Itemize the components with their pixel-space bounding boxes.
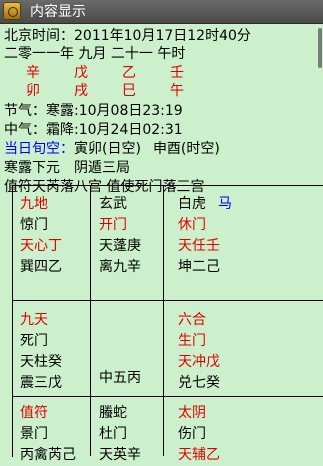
- grid-divider-v1: [90, 185, 91, 456]
- palace-line: 天冲戊: [178, 354, 220, 370]
- palace-line: 巽四乙: [20, 259, 62, 275]
- ju-info: 寒露下元 阴遁三局: [4, 160, 130, 176]
- horse-marker: 马: [218, 196, 232, 212]
- palace-cell: 九地惊门天心丁巽四乙: [20, 194, 62, 278]
- palace-line: 天蓬庚: [99, 238, 141, 254]
- palace-line: 太阴: [178, 405, 206, 421]
- ganzhi-day-stem: 乙: [122, 65, 136, 81]
- palace-line: 兑七癸: [178, 375, 220, 391]
- ganzhi-year-stem: 辛: [26, 65, 40, 81]
- ganzhi-month-branch: 戌: [74, 83, 88, 99]
- mid-term: 中气：霜降:10月24日02:31: [4, 122, 183, 138]
- palace-line: 天任壬: [178, 238, 220, 254]
- ganzhi-year-branch: 卯: [26, 83, 40, 99]
- solar-term: 节气：寒露:10月08日23:19: [4, 103, 183, 119]
- palace-line: 天柱癸: [20, 354, 62, 370]
- palace-line: 景门: [20, 426, 48, 442]
- palace-cell: 中五丙: [99, 368, 141, 389]
- palace-line: 伤门: [178, 426, 206, 442]
- palace-cell: 玄武开门天蓬庚离九辛: [99, 194, 141, 278]
- xunkong-hour: 申酉(时空): [152, 141, 220, 157]
- ganzhi-month-stem: 戊: [74, 65, 88, 81]
- palace-line: 螣蛇: [99, 405, 127, 421]
- grid-divider-h1: [12, 300, 323, 301]
- palace-cell: 值符 景门 丙禽芮己: [20, 403, 76, 466]
- palace-cell: 螣蛇 杜门 天英辛: [99, 403, 141, 466]
- palace-line: 天心丁: [20, 238, 62, 254]
- palace-line: 休门: [178, 217, 206, 233]
- palace-line: 死门: [20, 333, 48, 349]
- xunkong-label: 当日旬空：: [4, 141, 74, 157]
- ganzhi-bottom-row: 卯戌巳午: [26, 82, 218, 100]
- scrollbar[interactable]: [318, 28, 322, 68]
- palace-line: 中五丙: [99, 370, 141, 386]
- ganzhi-hour-branch: 午: [170, 83, 184, 99]
- palace-line: 生门: [178, 333, 206, 349]
- palace-cell: 九天死门天柱癸震三戊: [20, 310, 62, 394]
- palace-line: 玄武: [99, 196, 127, 212]
- palace-cell: 太阴 伤门 天辅乙: [178, 403, 220, 466]
- xunkong-row: 当日旬空：寅卯(日空) 申酉(时空): [4, 140, 220, 158]
- title-bar: 内容显示: [0, 0, 323, 24]
- palace-line: 九天: [20, 312, 48, 328]
- palace-cell: 六合生门天冲戊兑七癸: [178, 310, 220, 394]
- palace-line: 六合: [178, 312, 206, 328]
- grid-divider-h2: [12, 396, 323, 397]
- palace-line: 震三戊: [20, 375, 62, 391]
- palace-line: 杜门: [99, 426, 127, 442]
- palace-line: 值符: [20, 405, 48, 421]
- palace-cell: 白虎马休门天任壬坤二己: [178, 194, 232, 278]
- lunar-date: 二零一一年 九月 二十一 午时: [4, 46, 186, 62]
- xunkong-day: 寅卯(日空): [74, 141, 141, 157]
- palace-line: 白虎马: [178, 196, 232, 212]
- window-title: 内容显示: [30, 4, 86, 20]
- ganzhi-hour-stem: 壬: [170, 65, 184, 81]
- beijing-time: 北京时间：2011年10月17日12时40分: [4, 28, 251, 44]
- palace-line: 坤二己: [178, 259, 220, 275]
- palace-line: 惊门: [20, 217, 48, 233]
- palace-line: 九地: [20, 196, 48, 212]
- palace-line: 离九辛: [99, 259, 141, 275]
- ganzhi-day-branch: 巳: [122, 83, 136, 99]
- grid-divider-v2: [163, 185, 164, 456]
- ganzhi-top-row: 辛戊乙壬: [26, 64, 218, 82]
- app-icon: [3, 2, 21, 20]
- palace-line: 开门: [99, 217, 127, 233]
